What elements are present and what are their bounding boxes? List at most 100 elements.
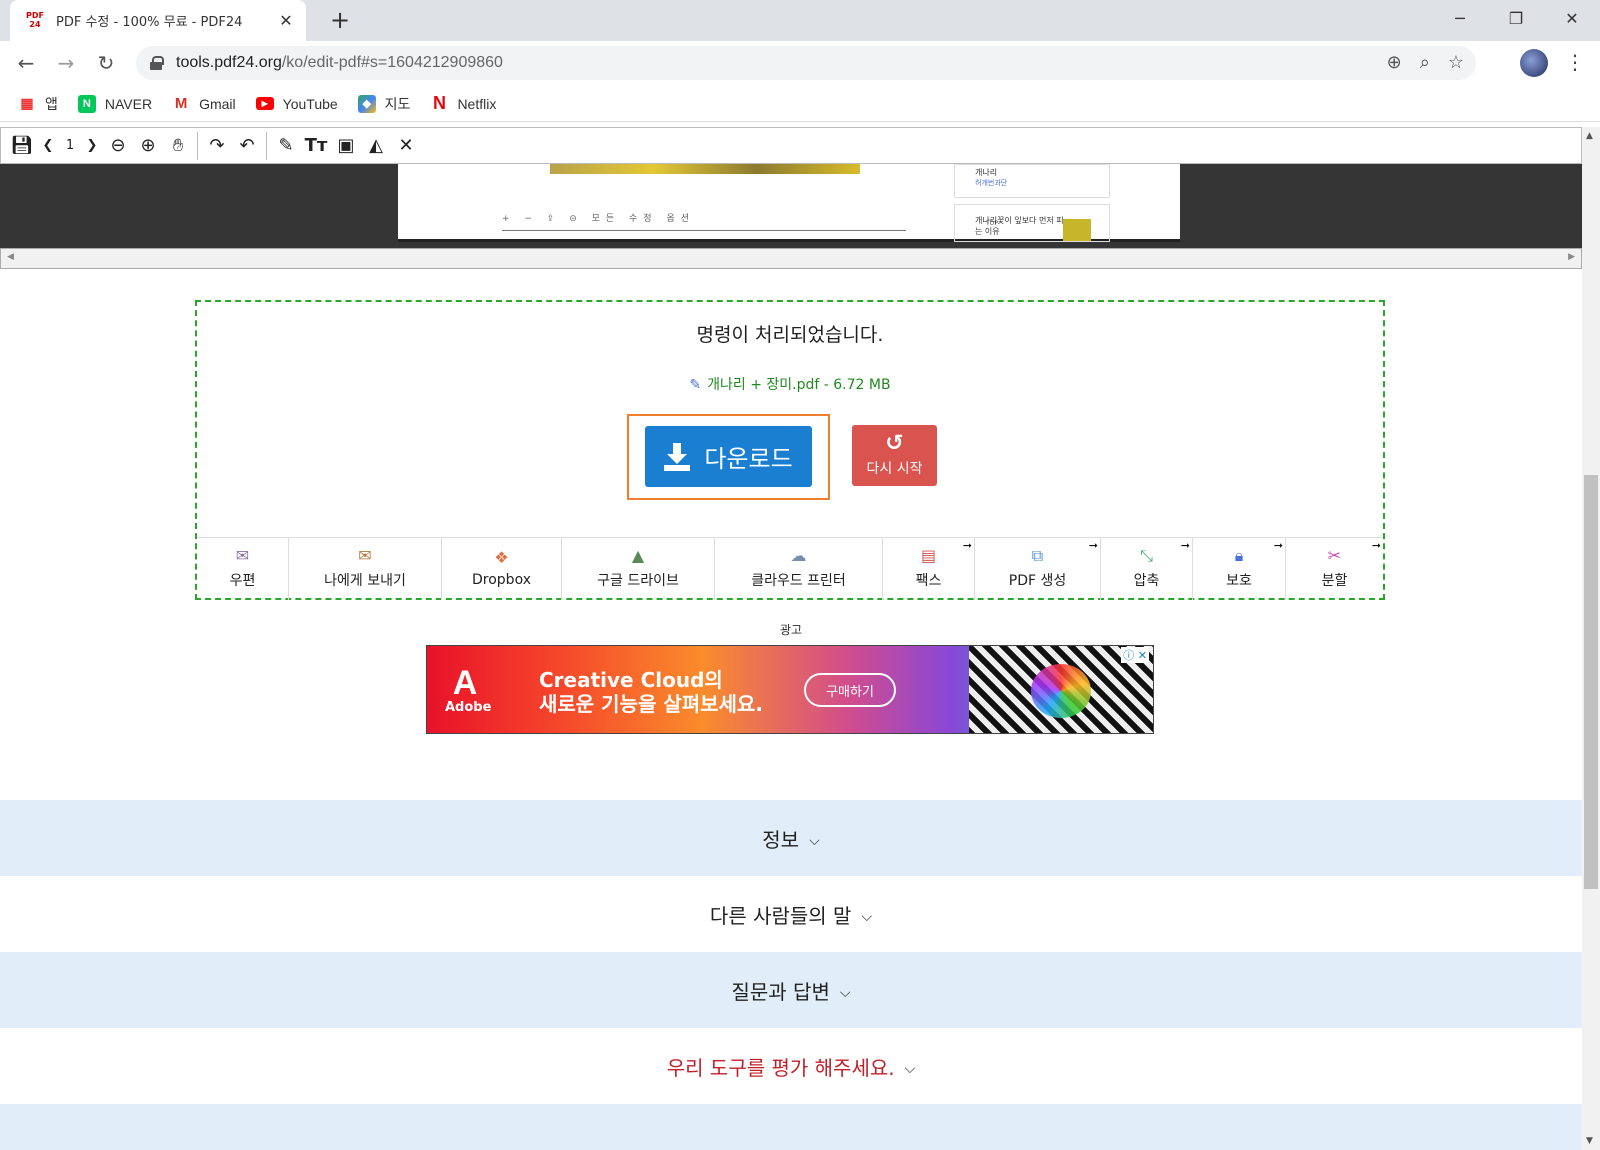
accordion-label: 우리 도구를 평가 해주세요.: [666, 1055, 895, 1080]
accordion-reviews[interactable]: 다른 사람들의 말 ⌵: [0, 876, 1582, 952]
pencil-icon: ✎: [689, 377, 702, 393]
undo-icon[interactable]: ↶: [232, 131, 262, 161]
action-send-to-me[interactable]: ✉ 나에게 보내기: [289, 538, 442, 600]
accordion-label: 질문과 답변: [731, 979, 830, 1004]
google-drive-icon: ▲: [631, 546, 645, 565]
toolbar-divider: [197, 131, 198, 160]
pencil-icon[interactable]: ✎: [271, 131, 301, 161]
sidebar-card-title: 개나리꽃이 잎보다 먼저 피는 이유: [975, 216, 1064, 236]
pdf-editor-toolbar: 💾︎ ❮ 1 ❯ ⊖ ⊕ ✋︎ ↷ ↶ ✎ Tт ▣ ◭ ✕: [0, 127, 1582, 164]
reload-button[interactable]: ↻: [92, 49, 120, 77]
install-icon[interactable]: ⊕: [1387, 52, 1402, 73]
action-mail[interactable]: ✉ 우편: [197, 538, 289, 600]
page-content: + − ⇪ ⊝ 모든 수정 옵션 TOP: [460, 164, 998, 242]
action-bar: ✉ 우편 ✉ 나에게 보내기 ❖ Dropbox ▲ 구글 드라이브 ☁ 클라우…: [197, 537, 1383, 600]
shapes-tool-icon[interactable]: ◭: [361, 131, 391, 161]
bookmark-naver[interactable]: N NAVER: [77, 94, 152, 113]
close-editor-icon[interactable]: ✕: [391, 131, 421, 161]
zoom-icon[interactable]: ⌕: [1420, 52, 1430, 73]
zoom-in-icon[interactable]: ⊕: [133, 131, 163, 161]
restart-button[interactable]: ↺ 다시 시작: [852, 425, 937, 486]
external-arrow-icon: ➞: [1088, 539, 1098, 552]
scroll-up-icon[interactable]: ▲: [1586, 131, 1593, 141]
action-dropbox[interactable]: ❖ Dropbox: [442, 538, 562, 600]
back-button[interactable]: ←: [12, 49, 40, 77]
action-compress[interactable]: ➞ ⤡ 압축: [1101, 538, 1193, 600]
prev-page-icon[interactable]: ❮: [37, 131, 59, 161]
ad-label: 광고: [779, 623, 803, 637]
scroll-left-icon[interactable]: ◀: [7, 252, 14, 262]
adobe-a-icon: A: [452, 664, 478, 702]
pdf24-favicon-icon: PDF 24: [26, 10, 44, 29]
save-icon[interactable]: 💾︎: [7, 131, 37, 161]
action-google-drive[interactable]: ▲ 구글 드라이브: [562, 538, 715, 600]
new-tab-button[interactable]: +: [326, 6, 354, 34]
bookmark-maps[interactable]: ◆ 지도: [357, 94, 410, 114]
bookmark-netflix[interactable]: N Netflix: [430, 93, 496, 113]
bookmark-star-icon[interactable]: ☆: [1448, 52, 1464, 73]
action-pdf-create[interactable]: ➞ ⧉ PDF 생성: [975, 538, 1101, 600]
envelope-icon: ✉: [358, 546, 372, 565]
action-protect[interactable]: ➞ 🔒︎ 보호: [1193, 538, 1286, 600]
ad-buy-button[interactable]: 구매하기: [804, 673, 896, 707]
chevron-down-icon: ⌵: [904, 1061, 916, 1077]
scroll-right-icon[interactable]: ▶: [1568, 252, 1575, 262]
bookmark-youtube[interactable]: ▶ YouTube: [255, 96, 338, 112]
lock-icon[interactable]: [150, 56, 164, 70]
redo-icon[interactable]: ↷: [202, 131, 232, 161]
close-window-button[interactable]: ✕: [1544, 0, 1600, 36]
scroll-thumb[interactable]: [1584, 475, 1598, 889]
adobe-ad-banner[interactable]: A Adobe Creative Cloud의 새로운 기능을 살펴보세요. 구…: [426, 645, 1154, 734]
accordion-faq[interactable]: 질문과 답변 ⌵: [0, 952, 1582, 1028]
file-name-link[interactable]: ✎ 개나리 + 장미.pdf - 6.72 MB: [197, 374, 1383, 394]
action-split[interactable]: ➞ ✂ 분할: [1286, 538, 1383, 600]
download-button[interactable]: 다운로드: [645, 426, 812, 487]
bookmark-gmail[interactable]: M Gmail: [172, 95, 236, 113]
horizontal-scrollbar[interactable]: ◀ ▶: [0, 248, 1582, 269]
dropbox-icon: ❖: [494, 548, 509, 567]
browser-menu-icon[interactable]: ⋮: [1565, 50, 1585, 74]
result-message: 명령이 처리되었습니다.: [696, 324, 884, 346]
sidebar-card-sub: 허개번과단: [975, 179, 1008, 187]
pdf-create-icon: ⧉: [1031, 546, 1044, 565]
next-page-icon[interactable]: ❯: [81, 131, 103, 161]
forward-button[interactable]: →: [52, 49, 80, 77]
action-fax[interactable]: ➞ ▤ 팩스: [883, 538, 975, 600]
accordion-label: 다른 사람들의 말: [709, 903, 852, 928]
browser-toolbar: ← → ↻ tools.pdf24.org/ko/edit-pdf#s=1604…: [0, 41, 1600, 86]
image-tool-icon[interactable]: ▣: [331, 131, 361, 161]
address-bar[interactable]: tools.pdf24.org/ko/edit-pdf#s=1604212909…: [136, 46, 1476, 80]
page-number[interactable]: 1: [59, 131, 81, 161]
restore-button[interactable]: ❐: [1488, 0, 1544, 36]
pdf-page[interactable]: + − ⇪ ⊝ 모든 수정 옵션 TOP 개나리 허개번과단 개나리꽃이 잎보다…: [398, 164, 1180, 242]
accordion-info[interactable]: 정보 ⌵: [0, 800, 1582, 876]
tab-strip: PDF 24 PDF 수정 - 100% 무료 - PDF24 ✕ + ─ ❐ …: [0, 0, 1600, 41]
apps-grid-icon: ▦: [20, 95, 34, 111]
profile-avatar[interactable]: [1520, 49, 1548, 77]
maps-icon: ◆: [357, 94, 376, 113]
minimize-button[interactable]: ─: [1432, 0, 1488, 36]
adobe-wordmark: Adobe: [445, 700, 492, 715]
chevron-down-icon: ⌵: [839, 985, 851, 1001]
scroll-down-icon[interactable]: ▼: [1586, 1136, 1593, 1146]
accordion-rate[interactable]: 우리 도구를 평가 해주세요. ⌵: [0, 1028, 1582, 1104]
text-tool-icon[interactable]: Tт: [301, 131, 331, 161]
external-arrow-icon: ➞: [1371, 539, 1381, 552]
pdf-page-preview: + − ⇪ ⊝ 모든 수정 옵션 TOP 개나리 허개번과단 개나리꽃이 잎보다…: [0, 164, 1582, 248]
tab-title: PDF 수정 - 100% 무료 - PDF24: [56, 15, 243, 30]
download-icon: [664, 442, 691, 471]
bookmark-apps[interactable]: ▦ 앱: [18, 94, 58, 114]
chevron-down-icon: ⌵: [809, 833, 820, 849]
tab-close-icon[interactable]: ✕: [276, 11, 296, 30]
vertical-scrollbar[interactable]: ▲ ▼: [1582, 127, 1600, 1150]
sidebar-card: 개나리꽃이 잎보다 먼저 피는 이유: [954, 204, 1110, 242]
flower-thumbnail: [1063, 219, 1091, 241]
ad-choices-icon[interactable]: ⓘ ✕: [1121, 647, 1149, 663]
zoom-out-icon[interactable]: ⊖: [103, 131, 133, 161]
gmail-icon: M: [174, 95, 188, 112]
hand-tool-icon[interactable]: ✋︎: [163, 131, 193, 161]
action-cloud-printer[interactable]: ☁ 클라우드 프린터: [715, 538, 883, 600]
browser-tab[interactable]: PDF 24 PDF 수정 - 100% 무료 - PDF24 ✕: [10, 0, 306, 41]
page-control-text: + − ⇪ ⊝ 모든 수정 옵션: [502, 214, 696, 224]
restart-label: 다시 시작: [866, 461, 923, 477]
